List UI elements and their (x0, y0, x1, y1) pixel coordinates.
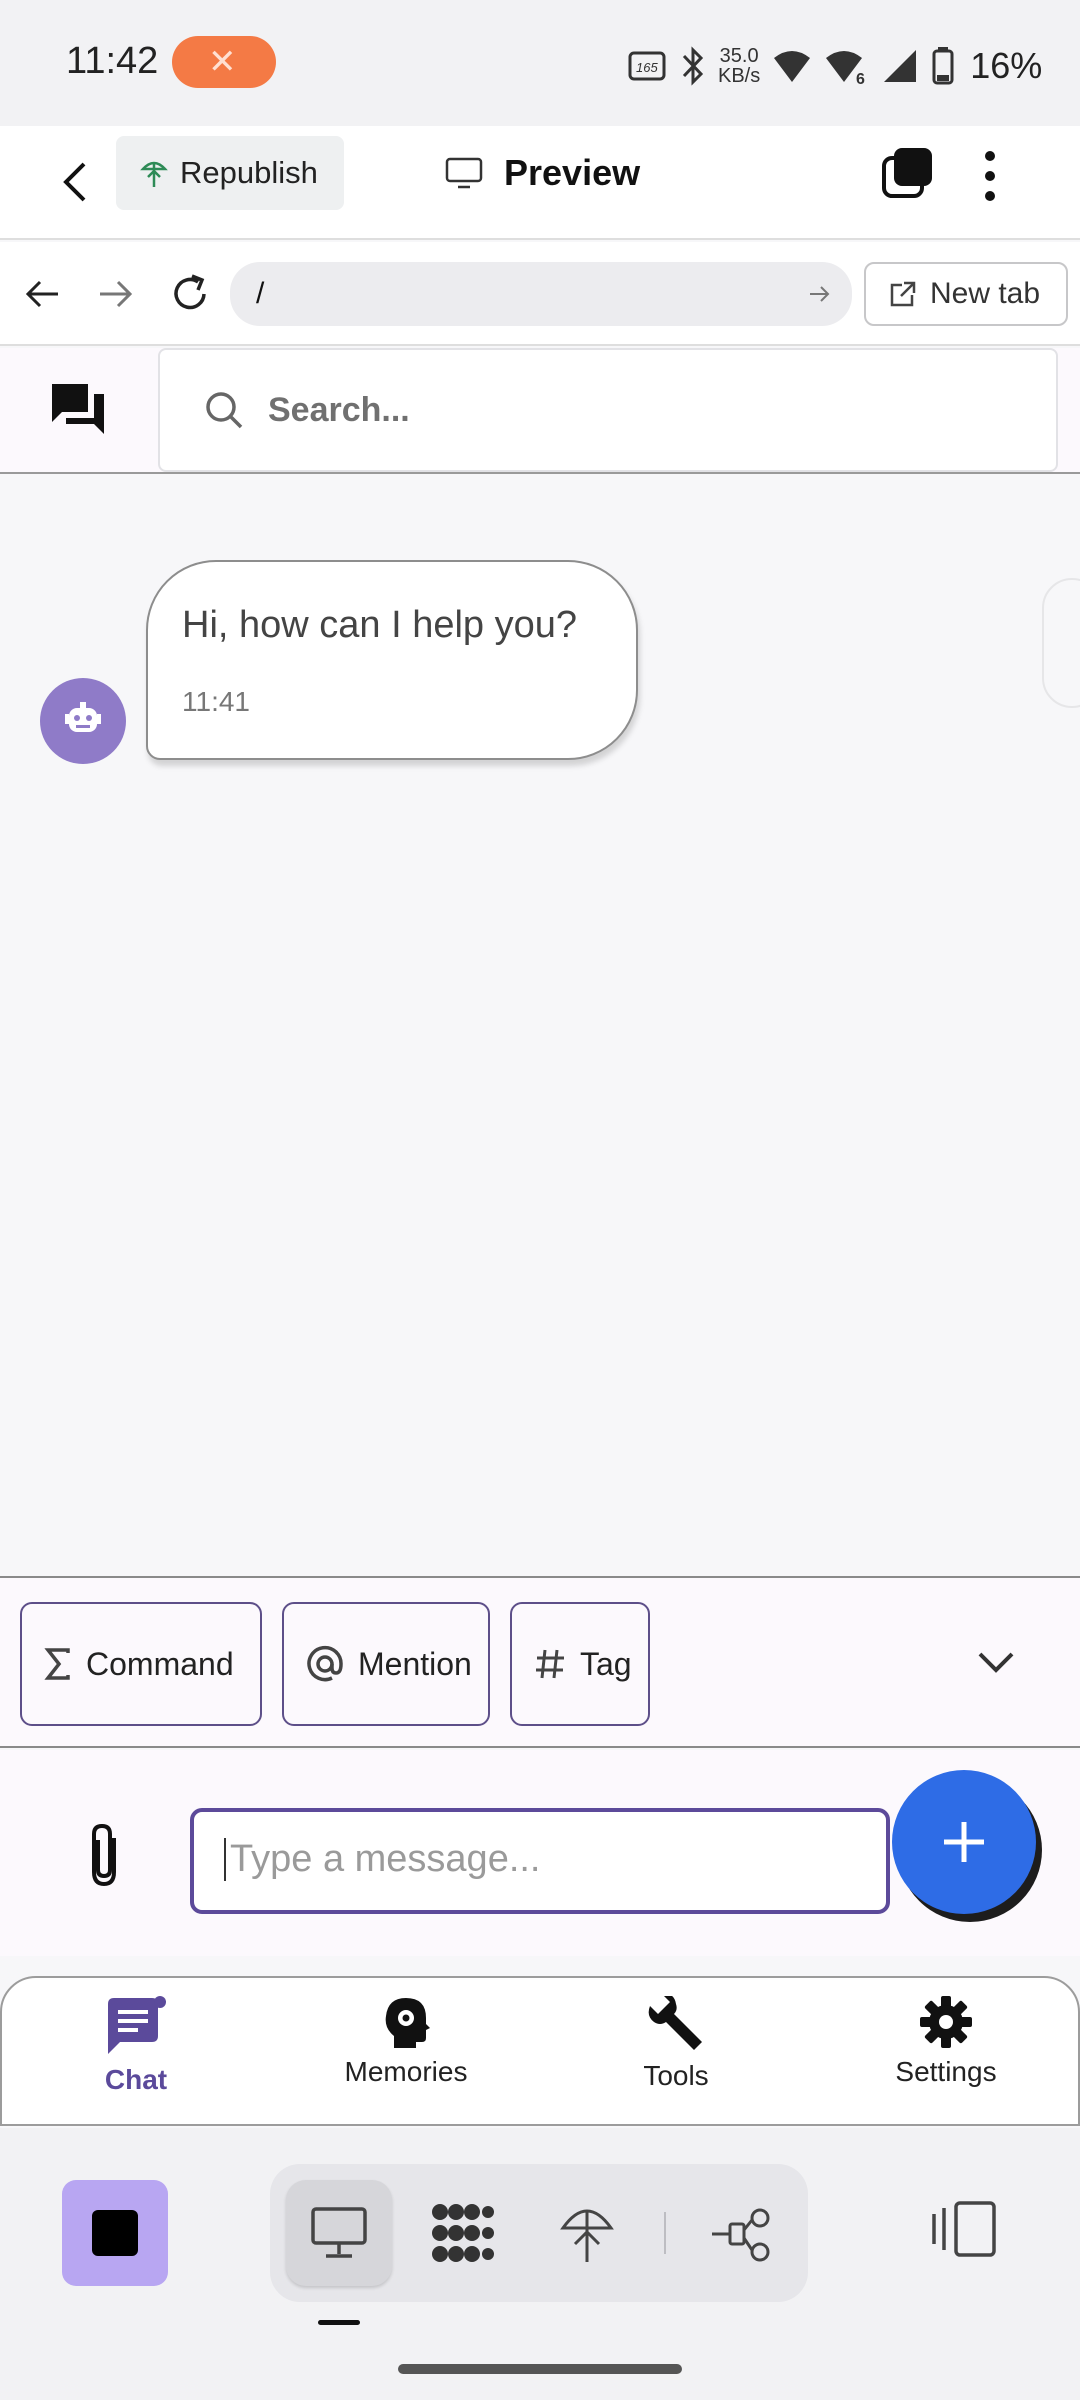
browser-bar: / New tab (0, 242, 1080, 346)
battery-percentage: 16% (970, 45, 1043, 86)
network-speed-value: 35.0 (719, 45, 759, 67)
command-label: Command (86, 1645, 234, 1682)
network-speed: 35.0 KB/s (718, 46, 760, 86)
app-top-bar: Republish Preview (0, 126, 1080, 240)
url-text: / (256, 277, 265, 310)
browser-forward-icon[interactable] (96, 274, 136, 314)
wrench-icon (648, 1996, 702, 2050)
desktop-mode-button[interactable] (286, 2180, 392, 2286)
brain-gear-icon (385, 1998, 430, 2048)
nav-settings[interactable]: Settings (836, 1996, 1056, 2116)
status-time: 11:42 (66, 40, 159, 82)
sigma-icon (44, 1648, 70, 1680)
cell-signal-icon (884, 50, 917, 82)
dock-tray (270, 2164, 808, 2302)
chevron-down-icon[interactable] (970, 1642, 1022, 1682)
nav-chat[interactable]: Chat (26, 1996, 246, 2116)
nav-tools[interactable]: Tools (566, 1996, 786, 2116)
status-icons: 165 35.0 KB/s 6 16% (628, 36, 1042, 96)
republish-label: Republish (180, 155, 318, 190)
svg-text:165: 165 (636, 60, 658, 75)
new-tab-label: New tab (930, 277, 1041, 310)
message-field[interactable] (190, 1808, 890, 1914)
monitor-icon (445, 157, 483, 189)
add-fab-button[interactable] (892, 1770, 1036, 1914)
hashtag-icon (536, 1649, 564, 1679)
go-arrow-icon[interactable] (808, 284, 832, 304)
tag-chip[interactable]: Tag (510, 1602, 650, 1726)
nav-memories[interactable]: Memories (296, 1996, 516, 2116)
nav-memories-label: Memories (344, 2056, 468, 2087)
paperclip-icon[interactable] (78, 1820, 134, 1890)
publish-globe-icon (140, 161, 168, 187)
preview-title: Preview (444, 148, 640, 198)
at-sign-icon (307, 1645, 343, 1682)
dock-divider (664, 2212, 666, 2254)
wifi-6-icon: 6 (826, 51, 865, 86)
refresh-rate-icon: 165 (628, 51, 666, 81)
gear-icon (920, 1996, 972, 2048)
screen-record-indicator[interactable]: ✕ (172, 36, 276, 88)
bluetooth-icon (682, 46, 704, 86)
message-input[interactable] (224, 1838, 844, 1881)
command-chip[interactable]: Command (20, 1602, 262, 1726)
chip-bar: Command Mention Tag (0, 1576, 1080, 1748)
bot-avatar (40, 678, 126, 764)
browser-back-icon[interactable] (22, 274, 62, 314)
mention-label: Mention (358, 1645, 472, 1682)
nav-chat-label: Chat (104, 2064, 168, 2095)
external-link-icon (890, 281, 916, 307)
nav-tools-label: Tools (643, 2060, 709, 2091)
plus-icon (944, 1822, 984, 1862)
record-x-icon: ✕ (208, 43, 237, 81)
message-composer (0, 1750, 1080, 1956)
robot-icon (65, 702, 101, 732)
stop-app-button[interactable] (62, 2180, 168, 2286)
mention-chip[interactable]: Mention (282, 1602, 490, 1726)
bottom-navigation: Chat Memories Tools Settings (0, 1976, 1080, 2126)
tag-label: Tag (580, 1645, 632, 1682)
active-indicator (318, 2320, 360, 2325)
publish-globe-icon[interactable] (560, 2200, 614, 2266)
search-icon (206, 392, 243, 429)
home-indicator[interactable] (398, 2364, 682, 2374)
wifi-icon (774, 51, 811, 82)
battery-icon (932, 47, 954, 85)
monitor-icon (311, 2207, 367, 2258)
republish-button[interactable]: Republish (116, 136, 344, 210)
message-list: Hi, how can I help you? 11:41 (0, 474, 1080, 1576)
search-box[interactable] (158, 348, 1058, 472)
preview-label: Preview (504, 152, 641, 193)
nav-settings-label: Settings (895, 2056, 997, 2087)
stop-square-icon (92, 2210, 138, 2256)
back-arrow-icon[interactable] (54, 154, 94, 210)
device-dock (0, 2128, 1080, 2400)
new-tab-button[interactable]: New tab (864, 262, 1068, 326)
chat-header (0, 348, 1080, 474)
reload-icon[interactable] (168, 272, 212, 316)
workflow-icon[interactable] (710, 2208, 772, 2262)
svg-text:6: 6 (856, 71, 865, 86)
chat-icon (108, 1996, 166, 2054)
copy-layers-icon[interactable] (880, 146, 936, 202)
status-bar: 11:42 ✕ 165 35.0 KB/s 6 16% (0, 0, 1080, 126)
split-screen-icon[interactable] (930, 2200, 998, 2258)
url-field[interactable]: / (230, 262, 852, 326)
search-input[interactable] (268, 390, 968, 430)
network-speed-unit: KB/s (718, 65, 761, 87)
ai-pattern-icon[interactable] (430, 2202, 496, 2264)
more-vert-icon[interactable] (980, 148, 1000, 204)
message-text: Hi, how can I help you? (182, 604, 578, 646)
conversations-icon[interactable] (50, 382, 108, 438)
bot-message-bubble: Hi, how can I help you? 11:41 (146, 560, 638, 760)
message-time: 11:41 (182, 686, 250, 717)
side-panel-peek[interactable] (1042, 578, 1080, 708)
